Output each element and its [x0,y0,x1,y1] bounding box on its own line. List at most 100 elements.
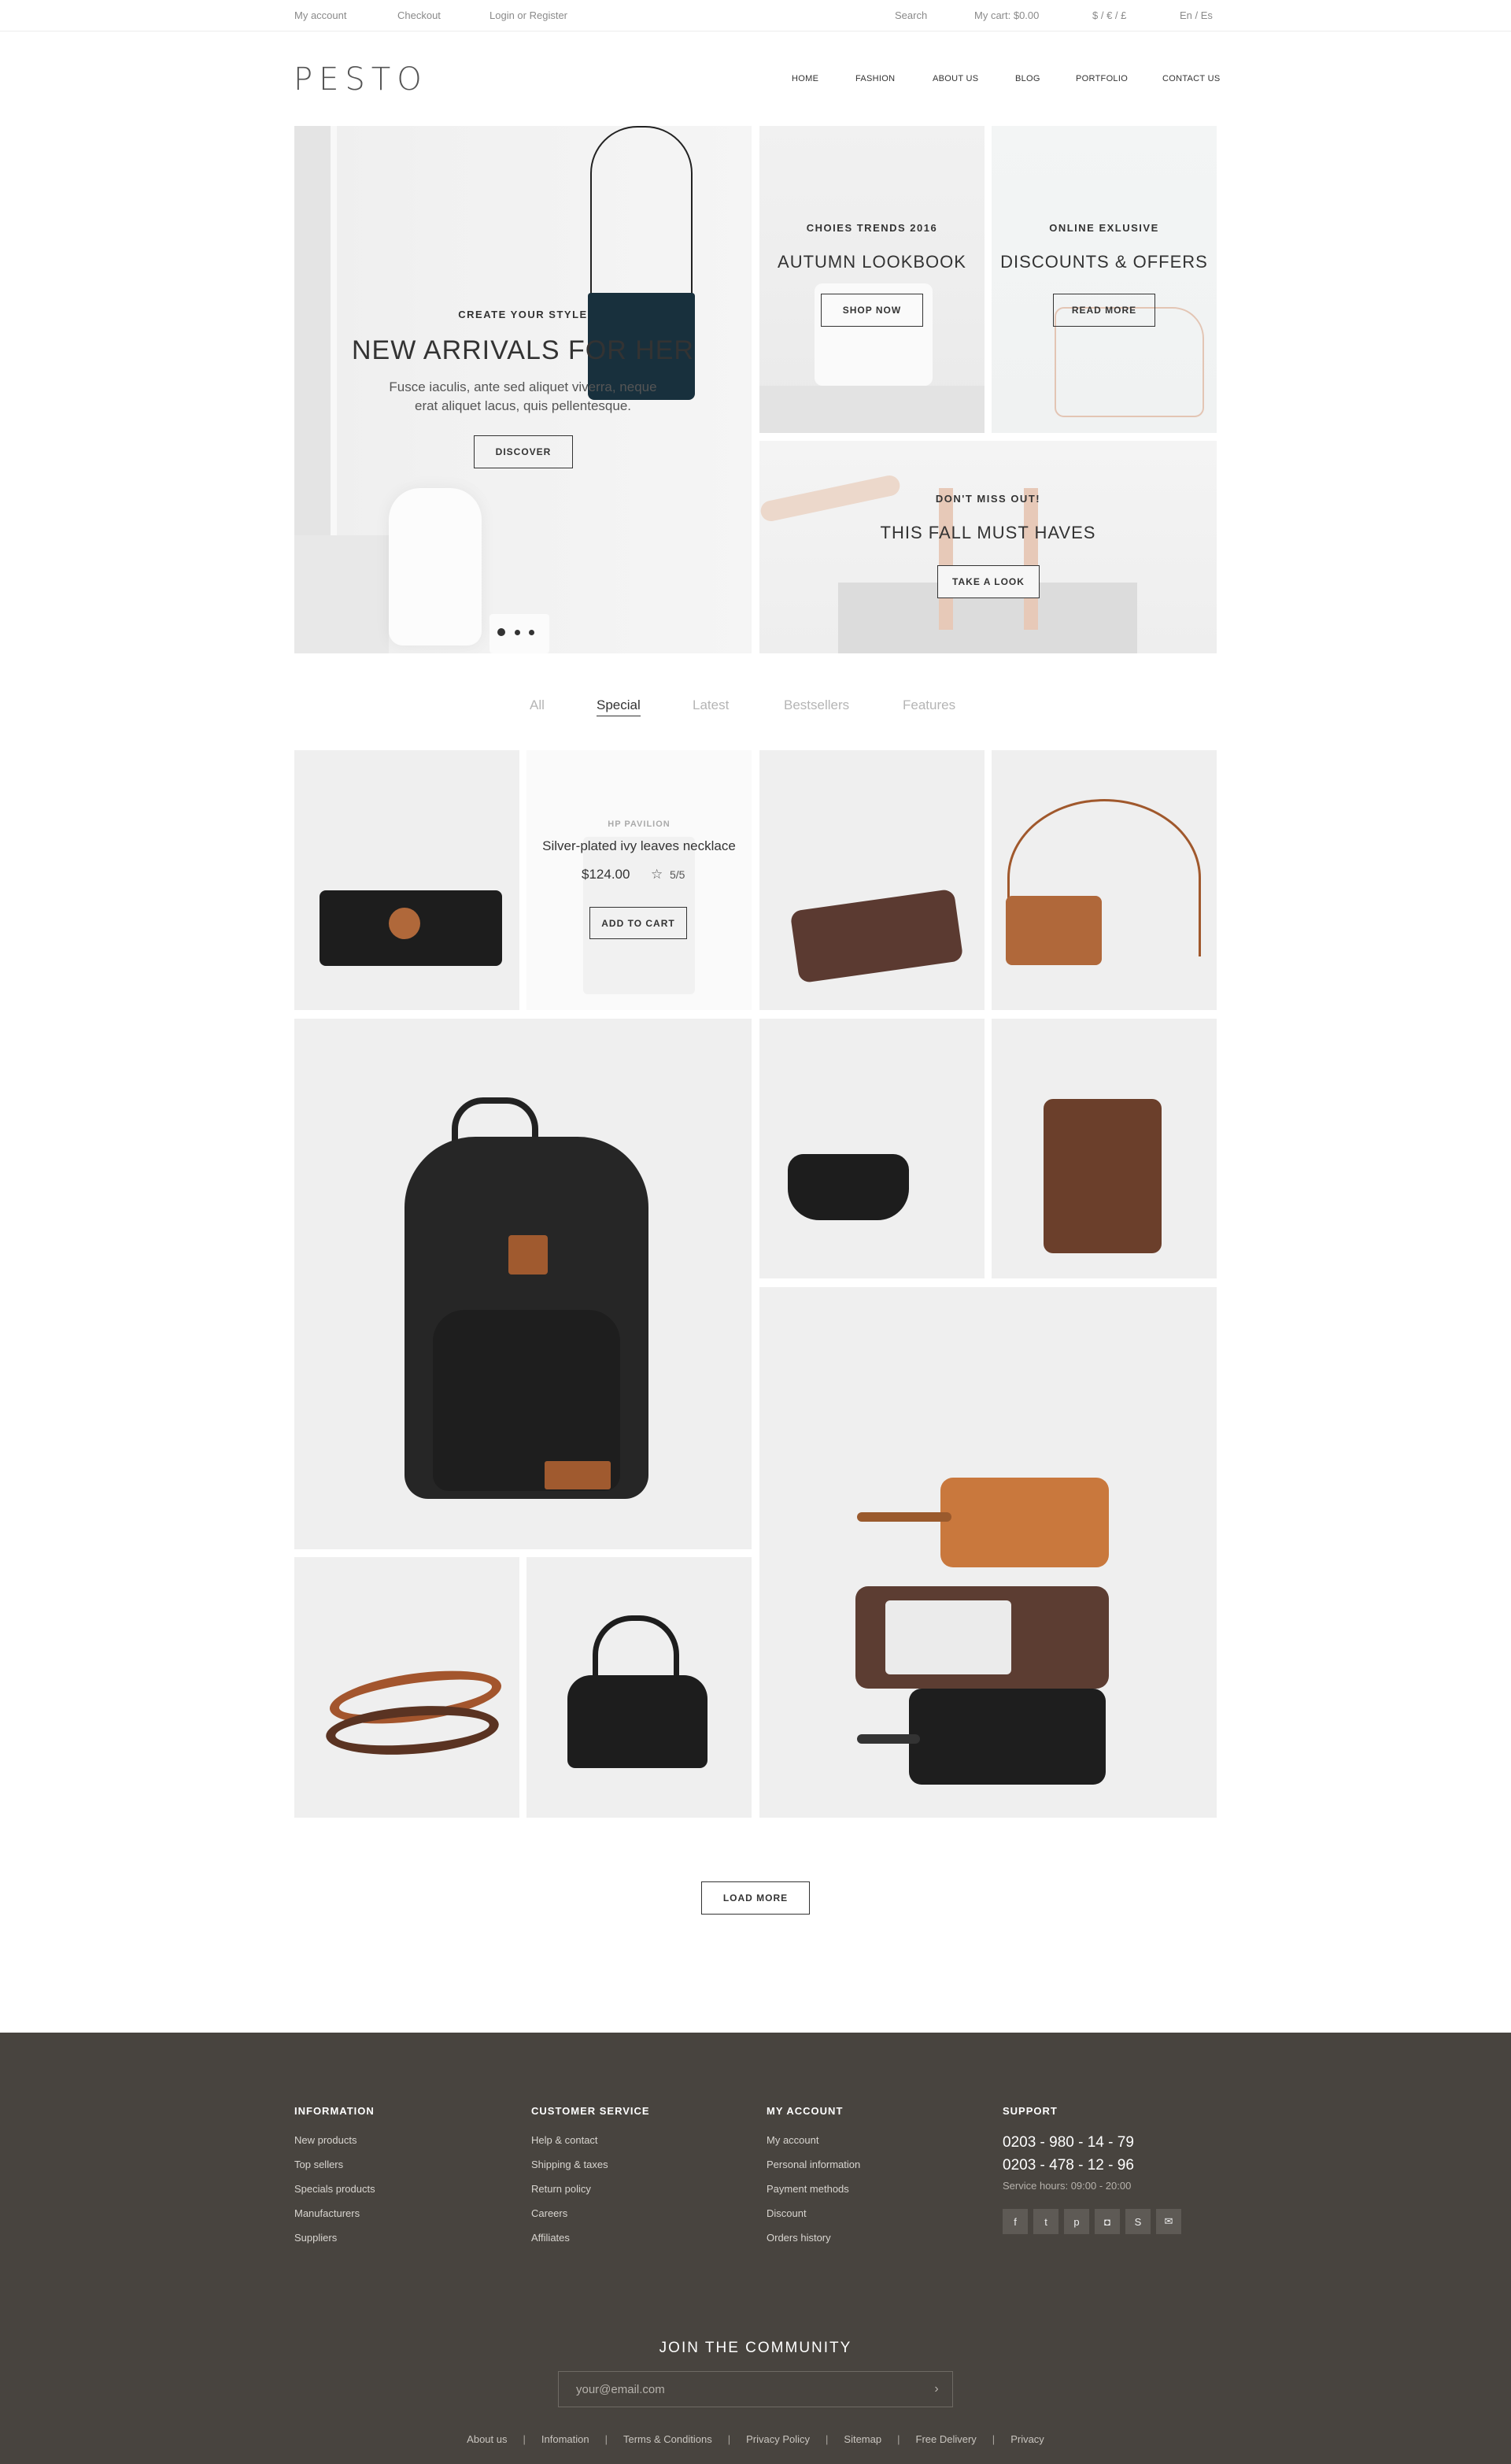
product-brand: HP PAVILION [608,819,671,829]
floor-decoration [759,386,985,433]
twitter-icon[interactable]: t [1033,2209,1058,2234]
discover-button[interactable]: DISCOVER [474,435,573,468]
site-logo[interactable]: PESTO [294,61,428,98]
product-duffel-handbag[interactable] [526,1557,752,1818]
shop-now-button[interactable]: SHOP NOW [821,294,923,327]
checkout-link[interactable]: Checkout [397,9,441,21]
footer: INFORMATION New products Top sellers Spe… [0,2033,1511,2464]
footer-support: SUPPORT 0203 - 980 - 14 - 79 0203 - 478 … [1003,2105,1181,2234]
promo-fall-must-haves[interactable]: DON'T MISS OUT! THIS FALL MUST HAVES TAK… [759,441,1217,653]
lookbook-title: AUTUMN LOOKBOOK [778,252,966,272]
product-luggage-tags-set[interactable] [759,1287,1217,1818]
tan-luggage-tag-image [940,1478,1109,1567]
footer-link-manufacturers[interactable]: Manufacturers [294,2207,375,2219]
search-link[interactable]: Search [895,9,927,21]
bottom-link-privacy[interactable]: Privacy [1010,2433,1044,2445]
tab-features[interactable]: Features [903,697,955,713]
footer-link-my-account[interactable]: My account [767,2134,860,2146]
footer-link-specials[interactable]: Specials products [294,2183,375,2195]
bottom-link-privacy-policy[interactable]: Privacy Policy [746,2433,810,2445]
email-icon[interactable]: ✉ [1156,2209,1181,2234]
bottom-link-sitemap[interactable]: Sitemap [844,2433,881,2445]
offers-title: DISCOUNTS & OFFERS [1000,252,1208,272]
bottom-link-free-delivery[interactable]: Free Delivery [916,2433,977,2445]
login-register-link[interactable]: Login or Register [490,9,567,21]
tan-tag-strap [857,1512,951,1522]
language-selector[interactable]: En / Es [1180,9,1213,21]
tab-special[interactable]: Special [597,697,641,716]
footer-link-shipping-taxes[interactable]: Shipping & taxes [531,2159,650,2170]
top-bar: My account Checkout Login or Register Se… [0,0,1511,31]
footer-link-orders-history[interactable]: Orders history [767,2232,860,2244]
chevron-right-icon[interactable]: › [921,2382,952,2396]
cart-link[interactable]: My cart: $0.00 [974,9,1039,21]
load-more-button[interactable]: LOAD MORE [701,1881,810,1915]
currency-selector[interactable]: $ / € / £ [1092,9,1126,21]
footer-link-return-policy[interactable]: Return policy [531,2183,650,2195]
footer-link-discount[interactable]: Discount [767,2207,860,2219]
product-title[interactable]: Silver-plated ivy leaves necklace [526,838,752,854]
nav-about-us[interactable]: ABOUT US [933,74,978,83]
footer-link-affiliates[interactable]: Affiliates [531,2232,650,2244]
tab-latest[interactable]: Latest [693,697,729,713]
my-account-link[interactable]: My account [294,9,346,21]
separator: | [727,2433,731,2445]
bottom-link-terms[interactable]: Terms & Conditions [623,2433,712,2445]
product-luggage-tag-brown[interactable] [759,750,985,1010]
strap-left-decoration [939,488,953,630]
tab-bestsellers[interactable]: Bestsellers [784,697,849,713]
nav-fashion[interactable]: FASHION [855,74,895,83]
product-price: $124.00 [582,867,630,882]
shelf-decoration [294,535,389,653]
support-phone-1[interactable]: 0203 - 980 - 14 - 79 [1003,2134,1181,2151]
promo-autumn-lookbook[interactable]: CHOIES TRENDS 2016 AUTUMN LOOKBOOK SHOP … [759,126,985,433]
footer-link-suppliers[interactable]: Suppliers [294,2232,375,2244]
separator: | [523,2433,526,2445]
jug-image [389,488,482,646]
bag-strap-decoration [590,126,693,296]
add-to-cart-button[interactable]: ADD TO CART [589,907,687,939]
bottom-link-information[interactable]: Infomation [541,2433,589,2445]
hero-text-line-2: erat aliquet lacus, quis pellentesque. [414,398,631,413]
product-necklace-hover[interactable]: HP PAVILION Silver-plated ivy leaves nec… [526,750,752,1010]
skype-icon[interactable]: S [1125,2209,1151,2234]
footer-link-new-products[interactable]: New products [294,2134,375,2146]
nav-home[interactable]: HOME [792,74,818,83]
product-wallet[interactable] [992,1019,1217,1278]
clutch-emblem [389,908,420,939]
newsletter-email-input[interactable] [559,2372,921,2407]
pinterest-icon[interactable]: p [1064,2209,1089,2234]
read-more-button[interactable]: READ MORE [1053,294,1155,327]
product-backpack[interactable] [294,1019,752,1549]
nav-portfolio[interactable]: PORTFOLIO [1076,74,1128,83]
strap-right-decoration [1024,488,1038,630]
promo-discounts-offers[interactable]: ONLINE EXLUSIVE DISCOUNTS & OFFERS READ … [992,126,1217,433]
product-crossbody-bag[interactable] [992,750,1217,1010]
footer-link-personal-info[interactable]: Personal information [767,2159,860,2170]
tab-all[interactable]: All [530,697,545,713]
black-tag-strap [857,1734,920,1744]
nav-contact-us[interactable]: CONTACT US [1162,74,1221,83]
slider-dot-3[interactable] [529,629,534,635]
footer-link-help-contact[interactable]: Help & contact [531,2134,650,2146]
support-phone-2[interactable]: 0203 - 478 - 12 - 96 [1003,2157,1181,2174]
instagram-icon[interactable]: ◘ [1095,2209,1120,2234]
slider-dot-2[interactable] [515,629,520,635]
social-links: f t p ◘ S ✉ [1003,2209,1181,2234]
product-belt-bag[interactable] [759,1019,985,1278]
lookbook-eyebrow: CHOIES TRENDS 2016 [806,222,938,234]
musthaves-title: THIS FALL MUST HAVES [880,523,1096,542]
footer-link-careers[interactable]: Careers [531,2207,650,2219]
footer-customer-service-title: CUSTOMER SERVICE [531,2105,650,2117]
footer-customer-service: CUSTOMER SERVICE Help & contact Shipping… [531,2105,650,2256]
bottom-link-about-us[interactable]: About us [467,2433,507,2445]
take-a-look-button[interactable]: TAKE A LOOK [937,565,1040,598]
hero-text-line-1: Fusce iaculis, ante sed aliquet viverra,… [389,379,657,394]
footer-link-top-sellers[interactable]: Top sellers [294,2159,375,2170]
footer-link-payment-methods[interactable]: Payment methods [767,2183,860,2195]
product-clutch[interactable] [294,750,519,1010]
product-leather-belts[interactable] [294,1557,519,1818]
facebook-icon[interactable]: f [1003,2209,1028,2234]
nav-blog[interactable]: BLOG [1015,74,1040,83]
slider-dot-1[interactable] [497,628,505,636]
